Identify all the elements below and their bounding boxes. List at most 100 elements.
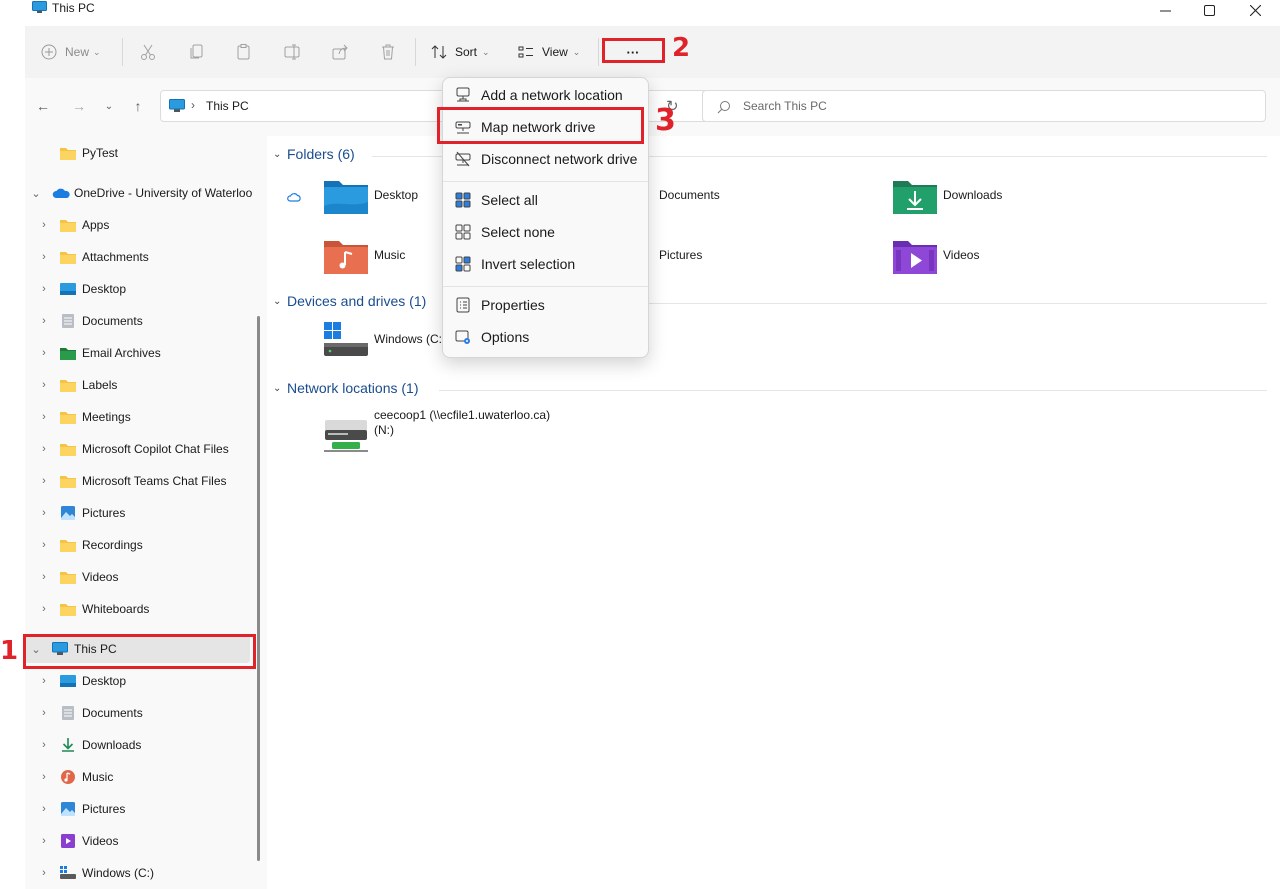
menu-item-label: Properties bbox=[481, 297, 545, 313]
chevron-right-icon: › bbox=[42, 347, 46, 359]
maximize-button[interactable] bbox=[1186, 0, 1232, 20]
sidebar-item-email-archives[interactable]: › Email Archives bbox=[25, 339, 250, 367]
chevron-right-icon: › bbox=[42, 379, 46, 391]
sidebar-item-copilot-chat-files[interactable]: › Microsoft Copilot Chat Files bbox=[25, 435, 250, 463]
minimize-button[interactable] bbox=[1142, 0, 1188, 20]
menu-item-options[interactable]: Options bbox=[447, 322, 646, 352]
chevron-right-icon: › bbox=[42, 603, 46, 615]
sidebar-item-pc-documents[interactable]: › Documents bbox=[25, 699, 250, 727]
section-network-header[interactable]: ⌄ Network locations (1) bbox=[273, 380, 419, 396]
sidebar-item-pc-pictures[interactable]: › Pictures bbox=[25, 795, 250, 823]
folder-icon bbox=[60, 444, 76, 456]
up-button[interactable]: ↑ bbox=[126, 96, 150, 116]
toolbar-divider bbox=[598, 38, 599, 66]
chevron-right-icon: › bbox=[42, 507, 46, 519]
close-button[interactable] bbox=[1232, 0, 1278, 20]
new-button[interactable]: New ⌄ bbox=[41, 40, 101, 64]
drive-tile-windows-c[interactable]: Windows (C: bbox=[324, 322, 454, 378]
sidebar-item-attachments[interactable]: › Attachments bbox=[25, 243, 250, 271]
network-drive-icon bbox=[324, 420, 368, 452]
folder-label: Videos bbox=[943, 248, 980, 262]
videos-icon bbox=[61, 834, 75, 848]
sidebar-item-label: PyTest bbox=[82, 146, 119, 160]
chevron-right-icon: › bbox=[42, 219, 46, 231]
sidebar-scrollbar[interactable] bbox=[257, 316, 260, 861]
folder-icon bbox=[60, 476, 76, 488]
rename-button[interactable] bbox=[283, 40, 301, 64]
sidebar-item-pc-music[interactable]: › Music bbox=[25, 763, 250, 791]
search-box[interactable]: Search This PC bbox=[702, 90, 1266, 122]
disconnect-drive-icon bbox=[455, 151, 471, 167]
minimize-icon bbox=[1159, 10, 1171, 11]
menu-item-invert-selection[interactable]: Invert selection bbox=[447, 249, 646, 279]
folder-label: Downloads bbox=[943, 188, 1003, 202]
sidebar-item-label: Recordings bbox=[82, 538, 143, 552]
recent-locations-button[interactable]: ⌄ bbox=[97, 96, 121, 116]
menu-item-properties[interactable]: Properties bbox=[447, 290, 646, 320]
sidebar-item-pc-desktop[interactable]: › Desktop bbox=[25, 667, 250, 695]
sidebar-item-apps[interactable]: › Apps bbox=[25, 211, 250, 239]
menu-separator bbox=[443, 286, 648, 287]
menu-item-label: Options bbox=[481, 329, 530, 345]
sidebar-item-meetings[interactable]: › Meetings bbox=[25, 403, 250, 431]
forward-button[interactable]: → bbox=[67, 96, 91, 116]
chevron-right-icon: › bbox=[42, 571, 46, 583]
chevron-right-icon: › bbox=[42, 771, 46, 783]
section-folders-header[interactable]: ⌄ Folders (6) bbox=[273, 146, 355, 162]
network-drive-tile[interactable]: ceecoop1 (\\ecfile1.uwaterloo.ca) (N:) bbox=[324, 408, 644, 458]
section-divider bbox=[439, 390, 1267, 391]
title-bar: This PC bbox=[0, 0, 1280, 26]
folder-icon bbox=[60, 604, 76, 616]
folder-tile-downloads[interactable]: Downloads bbox=[893, 178, 1153, 234]
sidebar-item-pictures[interactable]: › Pictures bbox=[25, 499, 250, 527]
sidebar-item-recordings[interactable]: › Recordings bbox=[25, 531, 250, 559]
folder-icon bbox=[60, 412, 76, 424]
scissors-icon bbox=[141, 44, 155, 60]
section-title: Network locations (1) bbox=[287, 380, 419, 396]
menu-item-label: Invert selection bbox=[481, 256, 576, 272]
back-button[interactable]: ← bbox=[31, 96, 55, 116]
view-button[interactable]: View ⌄ bbox=[518, 40, 580, 64]
menu-item-select-all[interactable]: Select all bbox=[447, 185, 646, 215]
view-label: View bbox=[542, 45, 568, 59]
menu-item-select-none[interactable]: Select none bbox=[447, 217, 646, 247]
folder-tile-videos[interactable]: Videos bbox=[893, 238, 1153, 294]
menu-item-label: Select none bbox=[481, 224, 555, 240]
folder-label: Pictures bbox=[659, 248, 703, 262]
chevron-down-icon: ⌄ bbox=[273, 148, 282, 160]
breadcrumb-this-pc[interactable]: This PC bbox=[206, 99, 249, 113]
sidebar-item-pc-windows-c[interactable]: › Windows (C:) bbox=[25, 859, 250, 887]
menu-separator bbox=[443, 181, 648, 182]
sidebar-item-pc-downloads[interactable]: › Downloads bbox=[25, 731, 250, 759]
sidebar-item-whiteboards[interactable]: › Whiteboards bbox=[25, 595, 250, 623]
view-icon bbox=[518, 46, 533, 58]
paste-button[interactable] bbox=[235, 40, 253, 64]
sidebar-item-desktop[interactable]: › Desktop bbox=[25, 275, 250, 303]
cut-button[interactable] bbox=[139, 40, 157, 64]
sidebar-item-pytest[interactable]: PyTest bbox=[25, 139, 250, 167]
delete-button[interactable] bbox=[379, 40, 397, 64]
drive-icon bbox=[60, 866, 76, 879]
address-row: ← → ⌄ ↑ › This PC ↻ Search This PC bbox=[25, 78, 1280, 136]
menu-item-add-network-location[interactable]: Add a network location bbox=[447, 80, 646, 110]
this-pc-icon bbox=[169, 99, 185, 112]
section-devices-header[interactable]: ⌄ Devices and drives (1) bbox=[273, 293, 426, 309]
share-button[interactable] bbox=[331, 40, 349, 64]
menu-item-label: Disconnect network drive bbox=[481, 151, 638, 167]
toolbar-divider bbox=[415, 38, 416, 66]
sort-button[interactable]: Sort ⌄ bbox=[431, 40, 490, 64]
sidebar-item-labels[interactable]: › Labels bbox=[25, 371, 250, 399]
copy-button[interactable] bbox=[188, 40, 206, 64]
sidebar-item-documents[interactable]: › Documents bbox=[25, 307, 250, 335]
sidebar-item-label: Downloads bbox=[82, 738, 142, 752]
sidebar-item-pc-videos[interactable]: › Videos bbox=[25, 827, 250, 855]
sidebar-item-label: Attachments bbox=[82, 250, 149, 264]
sidebar-item-label: Desktop bbox=[82, 674, 127, 688]
sidebar-item-onedrive[interactable]: ⌄ OneDrive - University of Waterloo bbox=[25, 179, 252, 207]
menu-item-disconnect-network-drive[interactable]: Disconnect network drive bbox=[447, 144, 646, 174]
close-icon bbox=[1249, 4, 1261, 16]
sidebar-item-videos[interactable]: › Videos bbox=[25, 563, 250, 591]
sidebar-item-teams-chat-files[interactable]: › Microsoft Teams Chat Files bbox=[25, 467, 250, 495]
chevron-down-icon: ⌄ bbox=[93, 46, 101, 57]
plus-circle-icon bbox=[41, 44, 57, 60]
